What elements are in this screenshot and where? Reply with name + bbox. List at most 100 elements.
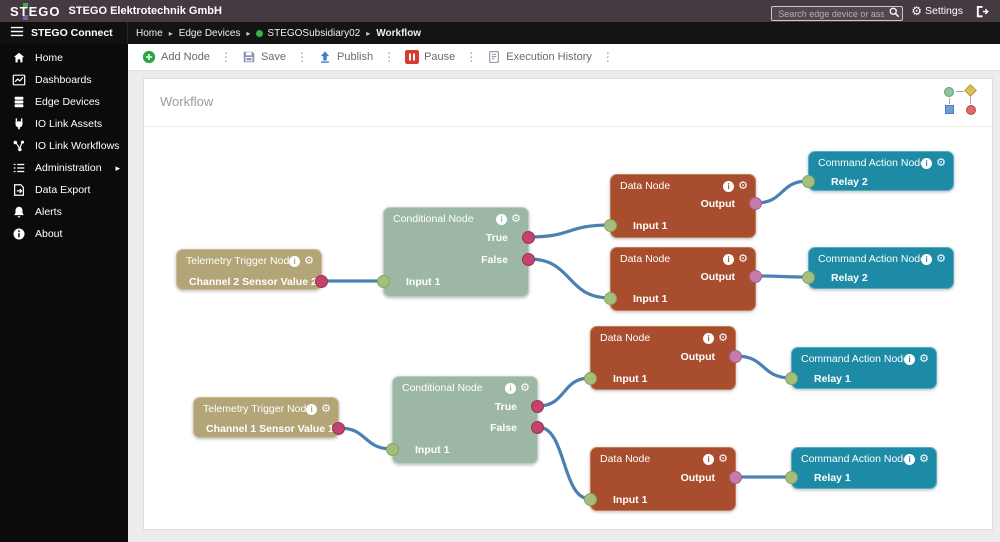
hamburger-icon[interactable] (10, 24, 24, 42)
input-port[interactable] (584, 372, 597, 385)
toolbar-button-label: Execution History (506, 51, 592, 63)
node-row-label: Output (611, 269, 755, 285)
sidebar-item-io-link-workflows[interactable]: IO Link Workflows (0, 135, 128, 157)
cog-icon[interactable]: ⚙ (919, 354, 929, 365)
save-button[interactable]: Save (236, 50, 292, 64)
search-input[interactable] (771, 6, 903, 21)
sidebar-item-label: Administration (35, 162, 102, 174)
cog-icon[interactable]: ⚙ (919, 454, 929, 465)
node-row-label: Input 1 (591, 371, 735, 387)
kebab-menu-icon[interactable]: ⋮ (296, 50, 308, 64)
info-icon[interactable]: i (289, 256, 300, 267)
data-node-d1[interactable]: Data Nodei⚙OutputInput 1 (610, 174, 756, 238)
output-port[interactable] (729, 350, 742, 363)
data-node-d4[interactable]: Data Nodei⚙OutputInput 1 (590, 447, 736, 511)
command-node-ca4[interactable]: Command Action Nodei⚙Relay 1 (791, 447, 937, 489)
cog-icon[interactable]: ⚙ (936, 254, 946, 265)
publish-icon (318, 50, 332, 64)
input-port[interactable] (584, 493, 597, 506)
data-node-d2[interactable]: Data Nodei⚙OutputInput 1 (610, 247, 756, 311)
telemetry-node-t1[interactable]: Telemetry Trigger Nodei⚙Channel 2 Sensor… (176, 249, 322, 290)
workflow-toolbar: Add Node ⋮ Save ⋮ Publish ⋮ Pause ⋮ Execution Hi… (128, 44, 1000, 71)
sidebar-item-alerts[interactable]: Alerts (0, 201, 128, 223)
output-port[interactable] (522, 231, 535, 244)
input-port[interactable] (377, 275, 390, 288)
info-icon[interactable]: i (904, 354, 915, 365)
data-node-d3[interactable]: Data Nodei⚙OutputInput 1 (590, 326, 736, 390)
input-port[interactable] (802, 271, 815, 284)
cog-icon[interactable]: ⚙ (718, 333, 728, 344)
output-port[interactable] (332, 422, 345, 435)
kebab-menu-icon[interactable]: ⋮ (383, 50, 395, 64)
cog-icon[interactable]: ⚙ (936, 158, 946, 169)
info-icon[interactable]: i (703, 333, 714, 344)
conditional-node-c1[interactable]: Conditional Nodei⚙TrueFalseInput 1 (383, 207, 529, 297)
info-icon[interactable]: i (703, 454, 714, 465)
kebab-menu-icon[interactable]: ⋮ (220, 50, 232, 64)
kebab-menu-icon[interactable]: ⋮ (465, 50, 477, 64)
command-node-ca1[interactable]: Command Action Nodei⚙Relay 2 (808, 151, 954, 191)
sidebar-item-label: Alerts (35, 206, 62, 218)
output-port[interactable] (531, 421, 544, 434)
logo-text: STEGO (10, 4, 61, 19)
logout-icon[interactable] (975, 5, 990, 18)
kebab-menu-icon[interactable]: ⋮ (602, 50, 614, 64)
output-port[interactable] (749, 197, 762, 210)
cog-icon[interactable]: ⚙ (738, 181, 748, 192)
publish-button[interactable]: Publish (312, 50, 379, 64)
add-node-button[interactable]: Add Node (136, 50, 216, 64)
settings-button[interactable]: ⚙ Settings (911, 5, 963, 17)
sidebar-title: STEGO Connect (31, 27, 113, 39)
breadcrumb-item-edge-devices[interactable]: Edge Devices (179, 28, 241, 39)
pause-button[interactable]: Pause (399, 50, 461, 64)
cog-icon[interactable]: ⚙ (738, 254, 748, 265)
info-icon[interactable]: i (496, 214, 507, 225)
breadcrumb-separator-icon: ▸ (169, 29, 173, 38)
command-node-ca3[interactable]: Command Action Nodei⚙Relay 1 (791, 347, 937, 389)
command-node-ca2[interactable]: Command Action Nodei⚙Relay 2 (808, 247, 954, 289)
minimap-trigger-shape (944, 87, 954, 97)
input-port[interactable] (802, 175, 815, 188)
input-port[interactable] (604, 292, 617, 305)
search-icon[interactable] (888, 5, 900, 17)
telemetry-node-t2[interactable]: Telemetry Trigger Nodei⚙Channel 1 Sensor… (193, 397, 339, 438)
cog-icon[interactable]: ⚙ (520, 383, 530, 394)
info-icon[interactable]: i (921, 158, 932, 169)
add-icon (142, 50, 156, 64)
output-port[interactable] (729, 471, 742, 484)
input-port[interactable] (785, 372, 798, 385)
info-icon[interactable]: i (921, 254, 932, 265)
info-icon[interactable]: i (306, 404, 317, 415)
output-port[interactable] (749, 270, 762, 283)
input-port[interactable] (604, 219, 617, 232)
conditional-node-c2[interactable]: Conditional Nodei⚙TrueFalseInput 1 (392, 376, 538, 464)
info-icon[interactable]: i (723, 254, 734, 265)
sidebar-item-dashboards[interactable]: Dashboards (0, 69, 128, 91)
sidebar-item-edge-devices[interactable]: Edge Devices (0, 91, 128, 113)
input-port[interactable] (386, 443, 399, 456)
sidebar-item-administration[interactable]: Administration▸ (0, 157, 128, 179)
cog-icon[interactable]: ⚙ (321, 404, 331, 415)
settings-label: Settings (925, 5, 963, 17)
minimap[interactable] (942, 85, 982, 117)
info-icon[interactable]: i (723, 181, 734, 192)
output-port[interactable] (531, 400, 544, 413)
sidebar-item-io-link-assets[interactable]: IO Link Assets (0, 113, 128, 135)
execution-history-button[interactable]: Execution History (481, 50, 598, 64)
info-icon[interactable]: i (505, 383, 516, 394)
breadcrumb-item-home[interactable]: Home (136, 28, 163, 39)
cog-icon[interactable]: ⚙ (304, 256, 314, 267)
breadcrumb-item-stegosubsidiary02[interactable]: STEGOSubsidiary02 (256, 28, 360, 39)
cog-icon[interactable]: ⚙ (718, 454, 728, 465)
sidebar-item-about[interactable]: About (0, 223, 128, 245)
sidebar-item-home[interactable]: Home (0, 47, 128, 69)
output-port[interactable] (315, 275, 328, 288)
sidebar-item-data-export[interactable]: Data Export (0, 179, 128, 201)
cog-icon[interactable]: ⚙ (511, 214, 521, 225)
input-port[interactable] (785, 471, 798, 484)
breadcrumb-item-workflow[interactable]: Workflow (376, 28, 421, 39)
toolbar-button-label: Publish (337, 51, 373, 63)
assets-icon (12, 117, 26, 131)
info-icon[interactable]: i (904, 454, 915, 465)
output-port[interactable] (522, 253, 535, 266)
